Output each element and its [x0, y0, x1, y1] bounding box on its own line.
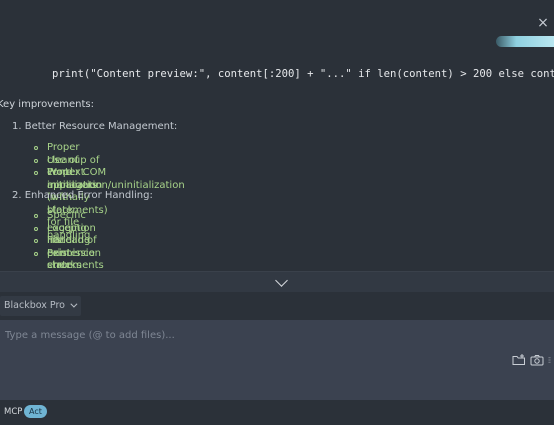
chevron-down-icon	[70, 300, 78, 308]
section-title-error: 2. Enhanced Error Handling:	[12, 190, 153, 201]
scroll-indicator[interactable]	[496, 36, 554, 47]
composer	[0, 320, 554, 400]
improvements-heading: Key improvements:	[0, 99, 94, 110]
bullet-icon	[34, 214, 38, 218]
bullet-icon	[34, 146, 38, 150]
mcp-button[interactable]: MCP	[4, 407, 22, 417]
bullet-icon	[34, 171, 38, 175]
bullet-icon	[34, 239, 38, 243]
message-input[interactable]	[0, 320, 505, 350]
bullet-icon	[34, 158, 38, 163]
close-icon[interactable]: ×	[536, 16, 550, 30]
model-row: Blackbox Pro	[0, 292, 554, 320]
model-selector[interactable]: Blackbox Pro	[0, 296, 81, 316]
camera-icon[interactable]	[530, 353, 544, 367]
act-mode-toggle[interactable]: Act	[24, 405, 47, 418]
chat-panel: × print("Content preview:", content[:200…	[0, 0, 554, 425]
section-title-resource: 1. Better Resource Management:	[12, 121, 178, 132]
bullet-icon	[34, 251, 38, 256]
send-icon[interactable]	[548, 353, 554, 367]
bullet-icon	[34, 226, 38, 231]
model-name: Blackbox Pro	[4, 300, 65, 311]
code-snippet: print("Content preview:", content[:200] …	[52, 68, 554, 80]
add-folder-icon[interactable]	[512, 353, 526, 367]
footer-bar: MCP Act	[0, 400, 554, 425]
input-actions	[512, 353, 554, 367]
